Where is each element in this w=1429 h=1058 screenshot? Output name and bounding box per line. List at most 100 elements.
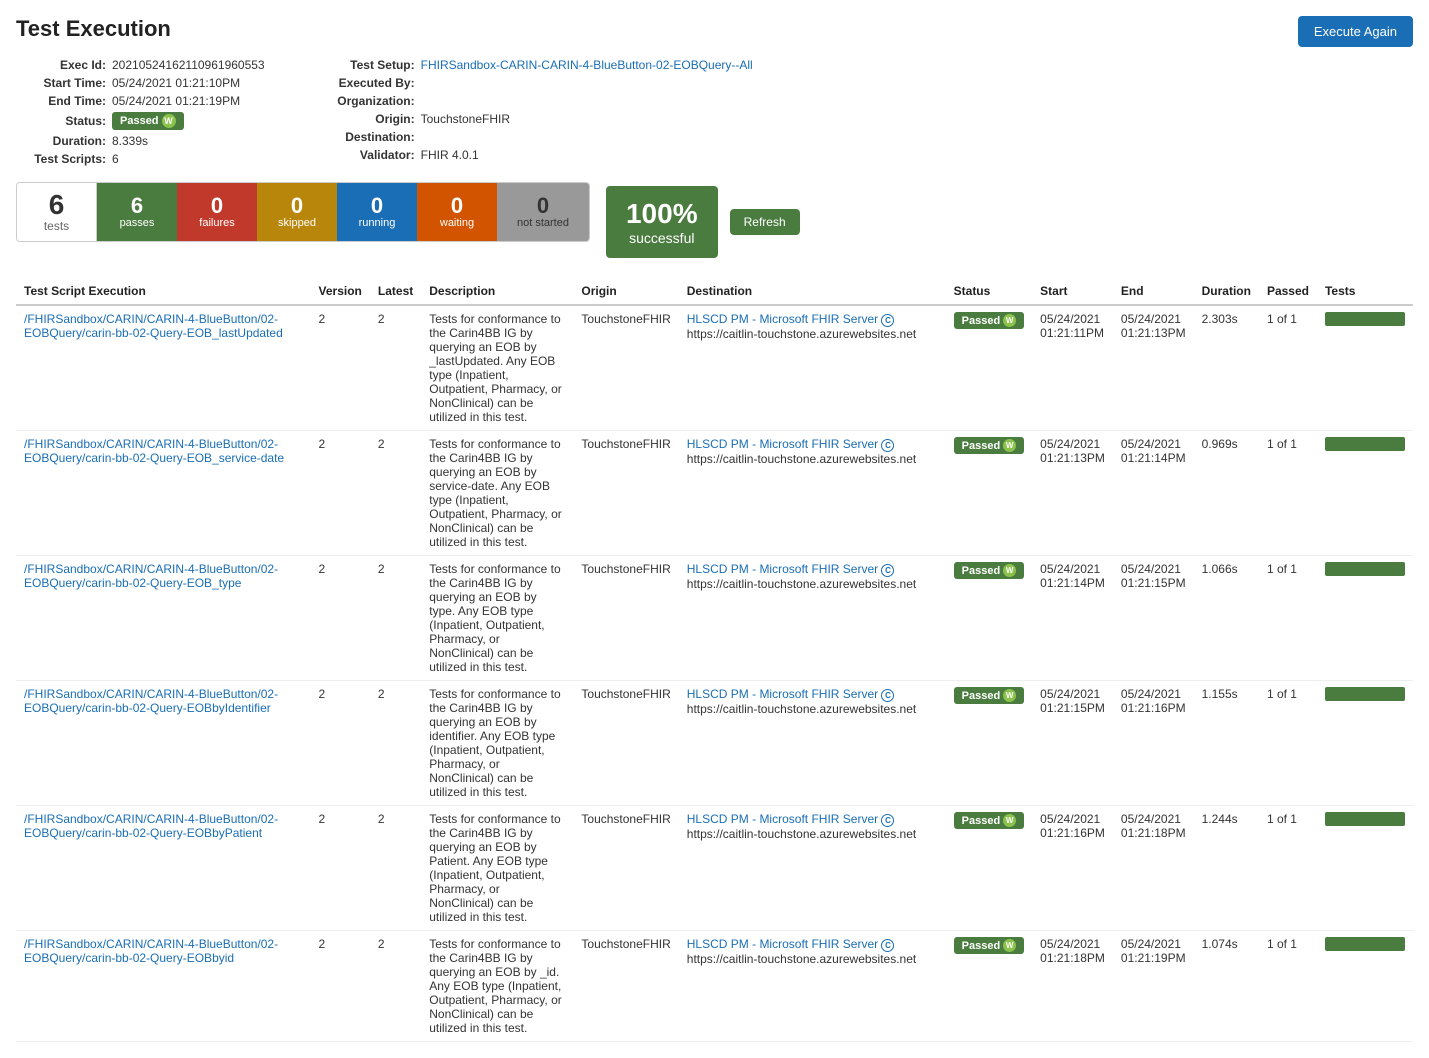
table-header-row: Test Script Execution Version Latest Des… [16, 278, 1413, 305]
status-badge: Passed W [954, 312, 1025, 329]
w-badge: W [1003, 439, 1016, 452]
cell-destination: HLSCD PM - Microsoft FHIR Server C https… [679, 681, 946, 806]
cell-status: Passed W [946, 681, 1033, 806]
cell-latest: 2 [370, 931, 421, 1042]
cell-script: /FHIRSandbox/CARIN/CARIN-4-BlueButton/02… [16, 305, 311, 431]
destination-link[interactable]: HLSCD PM - Microsoft FHIR Server [687, 687, 878, 701]
stat-tests: 6 tests [17, 183, 97, 241]
running-count: 0 [371, 195, 383, 217]
cell-start: 05/24/2021 01:21:18PM [1032, 931, 1113, 1042]
cell-tests [1317, 431, 1413, 556]
progress-bar [1325, 437, 1405, 451]
meta-right: Test Setup: FHIRSandbox-CARIN-CARIN-4-Bl… [325, 58, 753, 166]
w-badge: W [1003, 314, 1016, 327]
cell-status: Passed W [946, 305, 1033, 431]
not-started-count: 0 [537, 195, 549, 217]
tests-count: 6 [49, 191, 65, 219]
cell-end: 05/24/2021 01:21:18PM [1113, 806, 1194, 931]
cell-version: 2 [311, 806, 370, 931]
cell-destination: HLSCD PM - Microsoft FHIR Server C https… [679, 931, 946, 1042]
destination-link[interactable]: HLSCD PM - Microsoft FHIR Server [687, 437, 878, 451]
script-link[interactable]: /FHIRSandbox/CARIN/CARIN-4-BlueButton/02… [24, 562, 278, 590]
cell-latest: 2 [370, 305, 421, 431]
test-setup-label: Test Setup: [325, 58, 415, 72]
destination-link[interactable]: HLSCD PM - Microsoft FHIR Server [687, 937, 878, 951]
col-header-tests: Tests [1317, 278, 1413, 305]
script-link[interactable]: /FHIRSandbox/CARIN/CARIN-4-BlueButton/02… [24, 937, 278, 965]
running-label: running [359, 217, 396, 229]
stat-skipped: 0 skipped [257, 183, 337, 241]
origin-value: TouchstoneFHIR [421, 112, 510, 126]
cell-status: Passed W [946, 806, 1033, 931]
table-row: /FHIRSandbox/CARIN/CARIN-4-BlueButton/02… [16, 931, 1413, 1042]
cell-status: Passed W [946, 556, 1033, 681]
script-link[interactable]: /FHIRSandbox/CARIN/CARIN-4-BlueButton/02… [24, 687, 278, 715]
stat-not-started: 0 not started [497, 183, 589, 241]
c-badge: C [881, 439, 894, 452]
cell-end: 05/24/2021 01:21:14PM [1113, 431, 1194, 556]
cell-description: Tests for conformance to the Carin4BB IG… [421, 806, 573, 931]
cell-tests [1317, 931, 1413, 1042]
destination-label: Destination: [325, 130, 415, 144]
cell-version: 2 [311, 556, 370, 681]
script-link[interactable]: /FHIRSandbox/CARIN/CARIN-4-BlueButton/02… [24, 437, 284, 465]
cell-tests [1317, 556, 1413, 681]
cell-passed: 1 of 1 [1259, 556, 1317, 681]
test-setup-link[interactable]: FHIRSandbox-CARIN-CARIN-4-BlueButton-02-… [421, 58, 753, 72]
metadata-section: Exec Id: 20210524162110961960553 Start T… [16, 58, 1413, 166]
cell-version: 2 [311, 931, 370, 1042]
cell-duration: 0.969s [1194, 431, 1259, 556]
cell-end: 05/24/2021 01:21:15PM [1113, 556, 1194, 681]
cell-version: 2 [311, 305, 370, 431]
script-link[interactable]: /FHIRSandbox/CARIN/CARIN-4-BlueButton/02… [24, 812, 278, 840]
stat-waiting: 0 waiting [417, 183, 497, 241]
executed-by-label: Executed By: [325, 76, 415, 90]
script-link[interactable]: /FHIRSandbox/CARIN/CARIN-4-BlueButton/02… [24, 312, 283, 340]
c-badge: C [881, 814, 894, 827]
status-badge: Passed W [954, 937, 1025, 954]
w-badge: W [1003, 564, 1016, 577]
col-header-description: Description [421, 278, 573, 305]
cell-description: Tests for conformance to the Carin4BB IG… [421, 931, 573, 1042]
c-badge: C [881, 939, 894, 952]
col-header-start: Start [1032, 278, 1113, 305]
cell-passed: 1 of 1 [1259, 681, 1317, 806]
meta-left: Exec Id: 20210524162110961960553 Start T… [16, 58, 265, 166]
cell-duration: 1.074s [1194, 931, 1259, 1042]
col-header-version: Version [311, 278, 370, 305]
cell-latest: 2 [370, 681, 421, 806]
refresh-button[interactable]: Refresh [730, 209, 800, 235]
cell-end: 05/24/2021 01:21:13PM [1113, 305, 1194, 431]
destination-link[interactable]: HLSCD PM - Microsoft FHIR Server [687, 562, 878, 576]
cell-destination: HLSCD PM - Microsoft FHIR Server C https… [679, 556, 946, 681]
w-badge: W [1003, 939, 1016, 952]
status-badge: Passed W [954, 812, 1025, 829]
cell-description: Tests for conformance to the Carin4BB IG… [421, 556, 573, 681]
w-badge: W [162, 114, 176, 128]
execute-again-button[interactable]: Execute Again [1298, 16, 1413, 47]
cell-start: 05/24/2021 01:21:16PM [1032, 806, 1113, 931]
cell-tests [1317, 305, 1413, 431]
cell-tests [1317, 681, 1413, 806]
cell-latest: 2 [370, 431, 421, 556]
destination-link[interactable]: HLSCD PM - Microsoft FHIR Server [687, 812, 878, 826]
cell-origin: TouchstoneFHIR [573, 931, 678, 1042]
success-box: 100% successful [606, 186, 718, 258]
cell-start: 05/24/2021 01:21:15PM [1032, 681, 1113, 806]
table-row: /FHIRSandbox/CARIN/CARIN-4-BlueButton/02… [16, 556, 1413, 681]
col-header-origin: Origin [573, 278, 678, 305]
stats-bar: 6 tests 6 passes 0 failures 0 skipped 0 … [16, 182, 590, 242]
failures-label: failures [199, 217, 234, 229]
cell-destination: HLSCD PM - Microsoft FHIR Server C https… [679, 305, 946, 431]
progress-bar [1325, 937, 1405, 951]
cell-duration: 2.303s [1194, 305, 1259, 431]
cell-script: /FHIRSandbox/CARIN/CARIN-4-BlueButton/02… [16, 681, 311, 806]
destination-link[interactable]: HLSCD PM - Microsoft FHIR Server [687, 312, 878, 326]
status-badge: Passed W [954, 437, 1025, 454]
cell-end: 05/24/2021 01:21:16PM [1113, 681, 1194, 806]
col-header-passed: Passed [1259, 278, 1317, 305]
cell-origin: TouchstoneFHIR [573, 681, 678, 806]
cell-passed: 1 of 1 [1259, 431, 1317, 556]
skipped-count: 0 [291, 195, 303, 217]
tests-label: tests [44, 219, 69, 233]
